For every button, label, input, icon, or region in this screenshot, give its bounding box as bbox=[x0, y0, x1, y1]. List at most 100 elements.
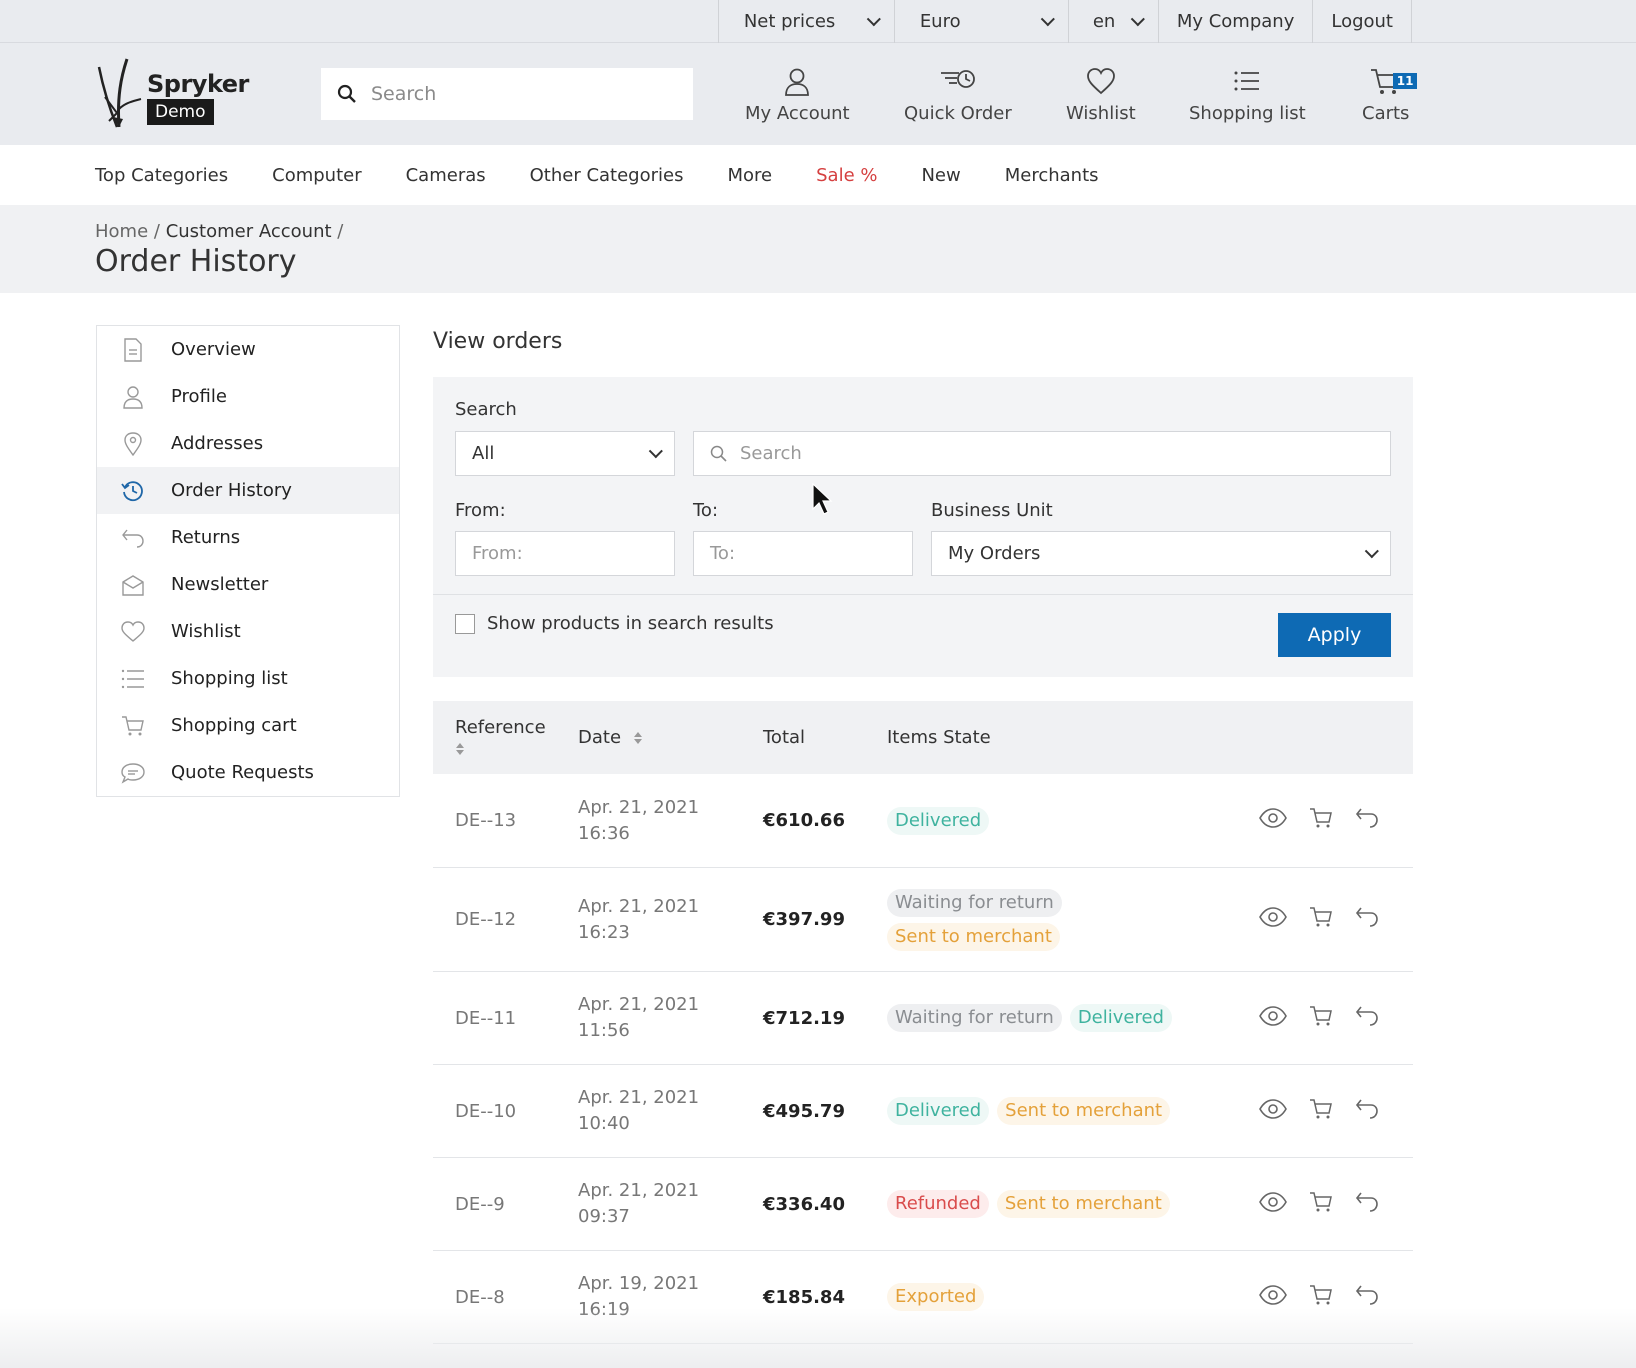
show-products-checkbox[interactable] bbox=[455, 613, 475, 634]
category-cameras[interactable]: Cameras bbox=[406, 165, 486, 186]
sidebar-item-order-history[interactable]: Order History bbox=[97, 467, 399, 514]
reorder-cart-icon[interactable] bbox=[1309, 1098, 1333, 1125]
view-order-eye-icon[interactable] bbox=[1259, 1191, 1287, 1217]
reorder-cart-icon[interactable] bbox=[1309, 1284, 1333, 1311]
reorder-cart-icon[interactable] bbox=[1309, 1005, 1333, 1032]
sidebar-item-newsletter[interactable]: Newsletter bbox=[97, 561, 399, 608]
order-search-placeholder: Search bbox=[740, 443, 802, 464]
total-column-header: Total bbox=[763, 727, 806, 748]
order-date-time: 16:36 bbox=[578, 822, 630, 844]
chat-icon bbox=[121, 761, 145, 785]
sidebar-item-wishlist[interactable]: Wishlist bbox=[97, 608, 399, 655]
sidebar-item-quote-requests[interactable]: Quote Requests bbox=[97, 749, 399, 796]
return-order-icon[interactable] bbox=[1355, 1191, 1379, 1218]
sidebar-item-profile[interactable]: Profile bbox=[97, 373, 399, 420]
gazelle-logo-icon bbox=[97, 58, 142, 128]
cart-icon bbox=[121, 714, 145, 738]
view-order-eye-icon[interactable] bbox=[1259, 907, 1287, 932]
order-actions bbox=[1247, 1191, 1413, 1218]
price-mode-select[interactable]: Net prices bbox=[717, 0, 894, 43]
order-items-state: Refunded Sent to merchant bbox=[887, 1190, 1247, 1218]
breadcrumb-separator: / bbox=[337, 221, 344, 242]
order-reference: DE--13 bbox=[455, 810, 517, 831]
carts-nav[interactable]: 11 Carts bbox=[1362, 67, 1418, 124]
quick-order-label: Quick Order bbox=[904, 103, 1012, 124]
mouse-cursor-icon bbox=[812, 483, 833, 515]
sidebar-item-shopping-list[interactable]: Shopping list bbox=[97, 655, 399, 702]
table-row: DE--12 Apr. 21, 2021 16:23 €397.99 Waiti… bbox=[433, 868, 1413, 972]
view-order-eye-icon[interactable] bbox=[1259, 1098, 1287, 1124]
order-total: €185.84 bbox=[763, 1286, 845, 1308]
header-search-input[interactable] bbox=[371, 83, 671, 105]
wishlist-nav[interactable]: Wishlist bbox=[1066, 67, 1136, 124]
sort-icon bbox=[456, 742, 464, 755]
order-reference: DE--12 bbox=[455, 909, 517, 930]
breadcrumb-home[interactable]: Home bbox=[95, 221, 148, 242]
category-sale[interactable]: Sale % bbox=[816, 165, 877, 186]
sidebar-item-shopping-cart[interactable]: Shopping cart bbox=[97, 702, 399, 749]
category-computer[interactable]: Computer bbox=[272, 165, 361, 186]
date-header-label: Date bbox=[578, 727, 622, 748]
language-select[interactable]: en bbox=[1067, 0, 1158, 43]
return-order-icon[interactable] bbox=[1355, 1005, 1379, 1032]
order-actions bbox=[1247, 1284, 1413, 1311]
my-account-nav[interactable]: My Account bbox=[745, 67, 850, 124]
sidebar-item-overview[interactable]: Overview bbox=[97, 326, 399, 373]
order-date: Apr. 21, 2021 09:37 bbox=[578, 1178, 763, 1230]
order-date: Apr. 21, 2021 16:36 bbox=[578, 795, 763, 847]
reorder-cart-icon[interactable] bbox=[1309, 1191, 1333, 1218]
sidebar-item-label: Order History bbox=[171, 480, 292, 501]
category-more[interactable]: More bbox=[727, 165, 772, 186]
order-date-time: 16:19 bbox=[578, 1299, 630, 1320]
sidebar-item-label: Wishlist bbox=[171, 621, 241, 642]
breadcrumb-customer-account[interactable]: Customer Account bbox=[166, 221, 332, 242]
order-reference: DE--10 bbox=[455, 1100, 517, 1122]
apply-button[interactable]: Apply bbox=[1278, 613, 1391, 657]
view-order-eye-icon[interactable] bbox=[1259, 808, 1287, 833]
return-order-icon[interactable] bbox=[1355, 1284, 1379, 1311]
sidebar-item-label: Returns bbox=[171, 527, 241, 548]
language-label: en bbox=[1092, 11, 1116, 32]
reorder-cart-icon[interactable] bbox=[1309, 807, 1333, 834]
order-total: €336.40 bbox=[763, 1193, 845, 1215]
currency-select[interactable]: Euro bbox=[893, 0, 1068, 43]
show-products-option[interactable]: Show products in search results bbox=[455, 613, 774, 634]
sidebar-item-addresses[interactable]: Addresses bbox=[97, 420, 399, 467]
category-other-categories[interactable]: Other Categories bbox=[530, 165, 684, 186]
return-order-icon[interactable] bbox=[1355, 807, 1379, 834]
reference-column-header[interactable]: Reference bbox=[433, 717, 578, 759]
quick-order-nav[interactable]: Quick Order bbox=[904, 67, 1012, 124]
header-search-box[interactable] bbox=[321, 68, 693, 120]
business-unit-select[interactable]: My Orders bbox=[931, 531, 1391, 576]
shopping-list-nav[interactable]: Shopping list bbox=[1189, 67, 1306, 124]
category-top-categories[interactable]: Top Categories bbox=[95, 165, 228, 186]
order-total: €397.99 bbox=[763, 909, 845, 930]
site-logo[interactable]: Spryker Demo bbox=[95, 57, 249, 129]
date-column-header[interactable]: Date bbox=[578, 727, 763, 748]
status-badge: Exported bbox=[887, 1283, 985, 1311]
order-filter-form: Search All Search From: To: Business Uni… bbox=[433, 377, 1413, 677]
reorder-cart-icon[interactable] bbox=[1309, 906, 1333, 933]
logout-link[interactable]: Logout bbox=[1312, 0, 1412, 43]
search-type-select[interactable]: All bbox=[455, 431, 675, 476]
order-date: Apr. 21, 2021 16:23 bbox=[578, 894, 763, 946]
status-badge: Refunded bbox=[887, 1190, 989, 1218]
sidebar-item-returns[interactable]: Returns bbox=[97, 514, 399, 561]
order-search-input[interactable]: Search bbox=[693, 431, 1391, 476]
order-date-time: 11:56 bbox=[578, 1020, 630, 1041]
status-badge: Sent to merchant bbox=[996, 1190, 1170, 1218]
return-order-icon[interactable] bbox=[1355, 1098, 1379, 1125]
site-header: Spryker Demo My Account Quick Order bbox=[0, 43, 1636, 145]
view-order-eye-icon[interactable] bbox=[1259, 1005, 1287, 1031]
to-date-input[interactable]: To: bbox=[693, 531, 913, 576]
category-merchants[interactable]: Merchants bbox=[1005, 165, 1099, 186]
order-date-day: Apr. 21, 2021 bbox=[578, 1087, 700, 1108]
my-company-link[interactable]: My Company bbox=[1157, 0, 1313, 43]
business-unit-value: My Orders bbox=[948, 543, 1041, 564]
category-new[interactable]: New bbox=[921, 165, 960, 186]
logo-name: Spryker bbox=[147, 70, 249, 98]
return-order-icon[interactable] bbox=[1355, 906, 1379, 933]
from-date-input[interactable]: From: bbox=[455, 531, 675, 576]
logout-label: Logout bbox=[1331, 11, 1393, 32]
view-order-eye-icon[interactable] bbox=[1259, 1284, 1287, 1310]
